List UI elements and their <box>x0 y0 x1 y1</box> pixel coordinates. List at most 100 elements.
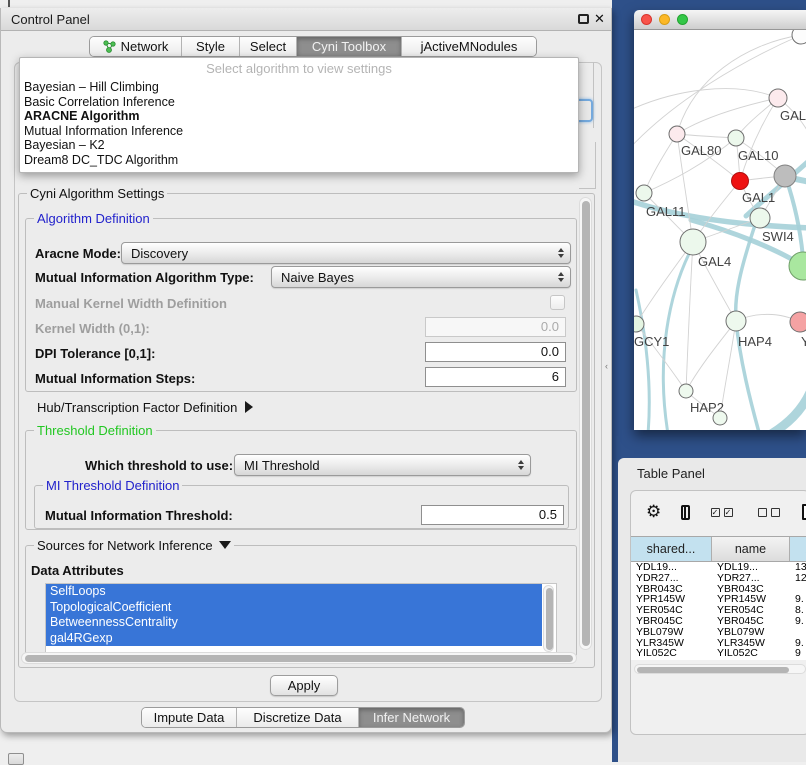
sources-group-title[interactable]: Sources for Network Inference <box>34 538 234 553</box>
network-node[interactable] <box>713 411 727 425</box>
cell-shared-name: YDL19... <box>631 562 712 573</box>
algorithm-option[interactable]: ARACNE Algorithm <box>20 109 578 124</box>
table-row[interactable]: YBR043C YBR043C <box>631 584 806 595</box>
table-row[interactable]: YDL19... YDL19... 13 <box>631 562 806 573</box>
cell-value: 9. <box>790 638 806 649</box>
table-panel: Table Panel ⚙ ✓✓ shared... name A <box>618 458 806 762</box>
algorithm-dropdown-popup: Select algorithm to view settings Bayesi… <box>19 57 579 173</box>
algorithm-option[interactable]: Mutual Information Inference <box>20 124 578 139</box>
manual-kernel-width-checkbox[interactable] <box>550 295 565 310</box>
aracne-mode-label: Aracne Mode: <box>35 246 121 261</box>
network-node-label: GCY1 <box>634 334 669 349</box>
cell-shared-name: YBR043C <box>631 584 712 595</box>
column-header-partial[interactable]: A <box>790 537 806 561</box>
settings-group-title: Cyni Algorithm Settings <box>27 186 167 201</box>
network-canvas[interactable]: GALGAL80GAL10GAL1GAL11SWI4GAL4GCY1HAP4YH… <box>634 30 806 430</box>
data-attribute-item[interactable]: TopologicalCoefficient <box>46 600 542 616</box>
close-icon[interactable]: ✕ <box>594 11 605 27</box>
data-attributes-list[interactable]: SelfLoops TopologicalCoefficient Between… <box>45 583 557 654</box>
tab-cyni-toolbox[interactable]: Cyni Toolbox <box>297 37 402 56</box>
network-node[interactable] <box>790 312 806 332</box>
network-node[interactable] <box>728 130 744 146</box>
cell-name: YPR145W <box>712 594 790 605</box>
cell-value: 9 <box>790 648 806 659</box>
restore-icon[interactable] <box>578 14 589 24</box>
mi-threshold-field[interactable]: 0.5 <box>421 505 564 525</box>
tab-select[interactable]: Select <box>240 37 297 56</box>
network-node[interactable] <box>774 165 796 187</box>
columns-icon[interactable] <box>681 505 689 520</box>
settings-horizontal-scrollbar[interactable] <box>21 652 577 664</box>
deselect-all-checkboxes-icon[interactable] <box>758 508 784 517</box>
network-node[interactable] <box>726 311 746 331</box>
algorithm-option[interactable]: Bayesian – Hill Climbing <box>20 80 578 95</box>
network-node-label: GAL80 <box>681 143 721 158</box>
control-panel-titlebar: Control Panel <box>1 8 611 31</box>
close-traffic-light-icon[interactable] <box>641 14 652 25</box>
algorithm-option[interactable]: Dream8 DC_TDC Algorithm <box>20 153 578 168</box>
table-row[interactable]: YBR045C YBR045C 9. <box>631 616 806 627</box>
minimize-traffic-light-icon[interactable] <box>659 14 670 25</box>
tab-infer-network[interactable]: Infer Network <box>359 708 464 727</box>
network-node[interactable] <box>769 89 787 107</box>
hub-definition-label: Hub/Transcription Factor Definition <box>37 400 237 415</box>
data-attribute-item[interactable]: BetweennessCentrality <box>46 615 542 631</box>
table-row[interactable]: YLR345W YLR345W 9. <box>631 638 806 649</box>
mi-steps-field[interactable]: 6 <box>425 367 566 387</box>
tab-discretize-data[interactable]: Discretize Data <box>237 708 359 727</box>
dpi-tolerance-field[interactable]: 0.0 <box>425 342 566 362</box>
hub-definition-toggle[interactable]: Hub/Transcription Factor Definition <box>37 400 253 415</box>
aracne-mode-combo[interactable]: Discovery <box>121 242 571 264</box>
which-threshold-value: MI Threshold <box>244 458 320 473</box>
network-node[interactable] <box>679 384 693 398</box>
algorithm-option[interactable]: Basic Correlation Inference <box>20 95 578 110</box>
mi-algorithm-type-combo[interactable]: Naive Bayes <box>271 266 571 288</box>
zoom-traffic-light-icon[interactable] <box>677 14 688 25</box>
tab-network[interactable]: Network <box>90 37 182 56</box>
tab-cyni-toolbox-label: Cyni Toolbox <box>312 39 386 54</box>
network-node[interactable] <box>732 173 749 190</box>
column-header-shared-name[interactable]: shared... <box>631 537 712 561</box>
which-threshold-combo[interactable]: MI Threshold <box>234 454 531 476</box>
gear-icon[interactable]: ⚙ <box>646 502 661 522</box>
table-row[interactable]: YER054C YER054C 8. <box>631 605 806 616</box>
settings-vertical-scrollbar[interactable] <box>579 197 592 650</box>
table-row[interactable]: YDR27... YDR27... 12 <box>631 573 806 584</box>
network-node[interactable] <box>792 30 806 44</box>
panel-resize-handle[interactable]: ‹ <box>605 362 610 370</box>
table-row[interactable]: YIL052C YIL052C 9 <box>631 648 806 659</box>
data-attribute-item[interactable]: gal4RGexp <box>46 631 542 647</box>
table-horizontal-scrollbar[interactable] <box>634 664 806 674</box>
select-all-checkboxes-icon[interactable]: ✓✓ <box>711 508 737 517</box>
tab-style[interactable]: Style <box>182 37 240 56</box>
table-row[interactable]: YBL079W YBL079W <box>631 627 806 638</box>
control-panel-tabbar: Network Style Select Cyni Toolbox jActiv… <box>89 36 537 57</box>
network-node[interactable] <box>680 229 706 255</box>
tab-network-label: Network <box>121 39 169 54</box>
cell-value <box>790 584 806 595</box>
tab-jactivemnodules[interactable]: jActiveMNodules <box>402 37 536 56</box>
network-node[interactable] <box>669 126 685 142</box>
data-attribute-item[interactable]: SelfLoops <box>46 584 542 600</box>
kernel-width-field[interactable]: 0.0 <box>425 317 566 337</box>
network-node[interactable] <box>636 185 652 201</box>
algorithm-definition-title: Algorithm Definition <box>34 211 153 226</box>
node-table: shared... name A YDL19... YDL19... 13 YD… <box>631 536 806 660</box>
cell-shared-name: YER054C <box>631 605 712 616</box>
aracne-mode-value: Discovery <box>131 246 188 261</box>
stepper-arrows-icon <box>518 455 524 475</box>
minimized-panel-icon[interactable] <box>8 753 24 765</box>
table-row[interactable]: YPR145W YPR145W 9. <box>631 594 806 605</box>
new-table-icon[interactable] <box>802 504 806 520</box>
tab-impute-data[interactable]: Impute Data <box>142 708 237 727</box>
cell-name: YIL052C <box>712 648 790 659</box>
column-header-name[interactable]: name <box>712 537 790 561</box>
apply-button[interactable]: Apply <box>270 675 338 696</box>
bottom-tabbar: Impute Data Discretize Data Infer Networ… <box>141 707 465 728</box>
algorithm-option[interactable]: Bayesian – K2 <box>20 138 578 153</box>
control-panel-window: Control Panel ✕ Network Style Select Cyn… <box>0 8 612 733</box>
network-node[interactable] <box>750 208 770 228</box>
hidden-groupbox-edge <box>595 142 596 188</box>
attribute-list-scrollbar[interactable] <box>543 585 554 652</box>
cell-name: YBR045C <box>712 616 790 627</box>
